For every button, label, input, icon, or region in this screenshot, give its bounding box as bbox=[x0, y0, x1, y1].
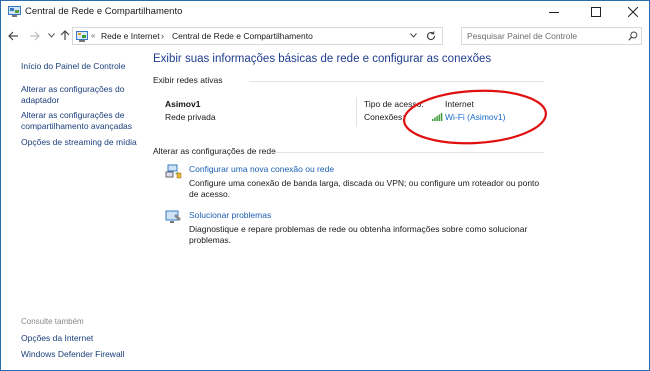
left-pane: Início do Painel de Controle Alterar as … bbox=[1, 48, 143, 370]
breadcrumb[interactable]: « Rede e Internet › Central de Rede e Co… bbox=[72, 27, 443, 45]
section-divider bbox=[271, 152, 544, 153]
troubleshoot-description: Diagnostique e repare problemas de rede … bbox=[189, 224, 528, 245]
sidebar-item-streaming[interactable]: Opções de streaming de mídia bbox=[21, 137, 139, 148]
change-settings-label: Alterar as configurações de rede bbox=[153, 146, 276, 156]
troubleshoot-icon bbox=[165, 210, 181, 223]
search-box[interactable] bbox=[461, 27, 642, 45]
connections-label: Conexões: bbox=[364, 112, 405, 122]
maximize-button[interactable] bbox=[580, 1, 612, 23]
recent-locations-button[interactable] bbox=[44, 29, 58, 42]
arrow-left-icon bbox=[7, 31, 18, 40]
window: Central de Rede e Compartilhamento « Red… bbox=[0, 0, 650, 371]
title-bar: Central de Rede e Compartilhamento bbox=[1, 1, 649, 23]
sidebar-item-inicio[interactable]: Início do Painel de Controle bbox=[21, 61, 139, 72]
sidebar-item-adaptador[interactable]: Alterar as configurações do adaptador bbox=[21, 84, 139, 106]
see-also-firewall[interactable]: Windows Defender Firewall bbox=[21, 349, 139, 360]
address-bar: « Rede e Internet › Central de Rede e Co… bbox=[1, 23, 649, 48]
refresh-button[interactable] bbox=[426, 31, 436, 44]
setup-connection-link[interactable]: Configurar uma nova conexão ou rede bbox=[189, 164, 334, 174]
vertical-divider bbox=[356, 97, 357, 127]
breadcrumb-rede-e-internet[interactable]: Rede e Internet bbox=[101, 31, 160, 41]
address-dropdown-button[interactable] bbox=[410, 31, 417, 40]
active-networks-label: Exibir redes ativas bbox=[153, 75, 223, 85]
network-name: Asimov1 bbox=[165, 99, 201, 109]
network-center-icon bbox=[8, 6, 21, 17]
new-connection-icon bbox=[165, 164, 182, 179]
forward-button[interactable] bbox=[27, 29, 41, 42]
page-title: Exibir suas informações básicas de rede … bbox=[153, 53, 492, 65]
chevron-down-icon bbox=[410, 33, 417, 38]
window-title: Central de Rede e Compartilhamento bbox=[25, 6, 183, 17]
sidebar-item-compartilhamento[interactable]: Alterar as configurações de compartilham… bbox=[21, 110, 139, 132]
refresh-icon bbox=[427, 31, 436, 41]
minimize-button[interactable] bbox=[538, 1, 570, 23]
up-button[interactable] bbox=[58, 29, 72, 42]
breadcrumb-central-de-rede[interactable]: Central de Rede e Compartilhamento bbox=[172, 31, 313, 41]
control-panel-icon bbox=[76, 31, 88, 42]
see-also-opcoes-internet[interactable]: Opções da Internet bbox=[21, 333, 139, 344]
section-divider bbox=[249, 81, 544, 82]
see-also-title: Consulte também bbox=[21, 317, 84, 326]
minimize-icon bbox=[549, 12, 559, 13]
maximize-icon bbox=[591, 7, 601, 17]
close-icon bbox=[628, 7, 638, 17]
search-input[interactable] bbox=[467, 30, 617, 42]
troubleshoot-link[interactable]: Solucionar problemas bbox=[189, 210, 271, 220]
chevron-down-icon bbox=[47, 33, 55, 38]
network-type-link[interactable]: Rede privada bbox=[165, 112, 216, 122]
breadcrumb-overflow[interactable]: « bbox=[91, 31, 95, 40]
search-icon[interactable] bbox=[628, 31, 638, 41]
annotation-ellipse bbox=[402, 89, 548, 145]
breadcrumb-separator[interactable]: › bbox=[161, 31, 164, 41]
arrow-up-icon bbox=[60, 30, 70, 40]
arrow-right-icon bbox=[29, 31, 40, 40]
close-button[interactable] bbox=[617, 1, 649, 23]
setup-connection-description: Configure uma conexão de banda larga, di… bbox=[189, 178, 540, 199]
back-button[interactable] bbox=[6, 29, 20, 42]
